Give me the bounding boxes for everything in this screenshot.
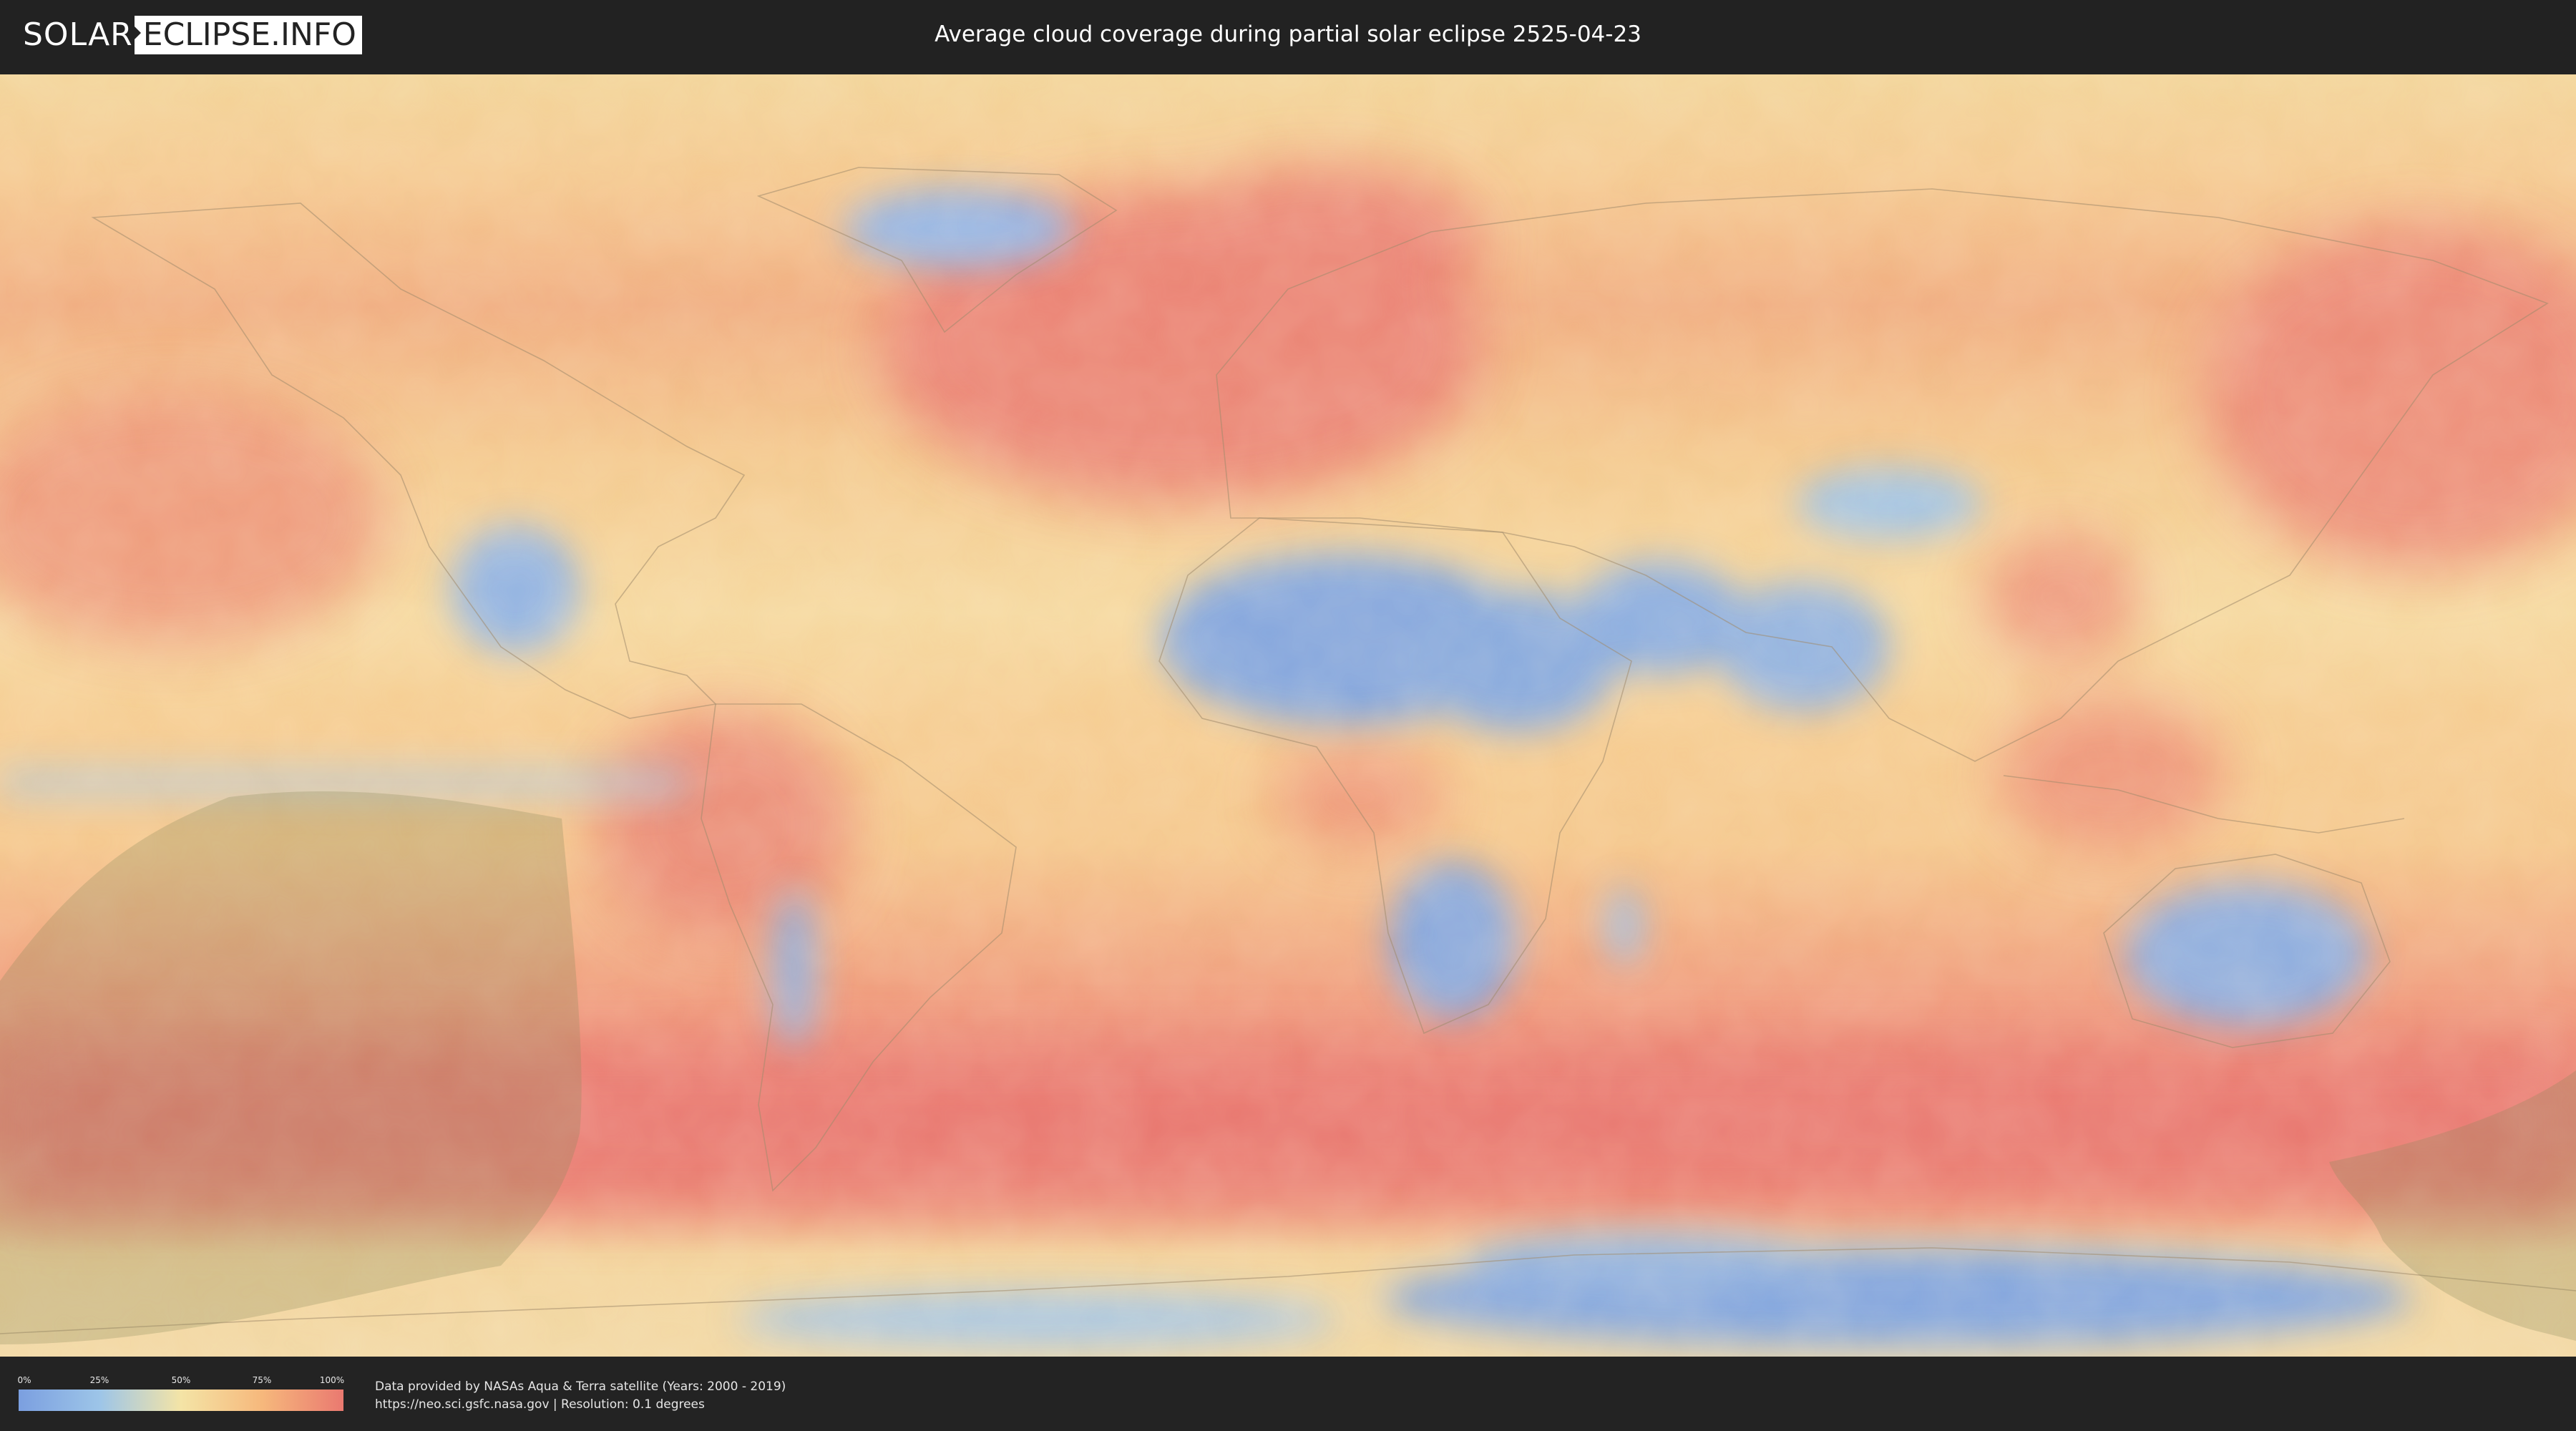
legend-color-bar bbox=[19, 1390, 343, 1411]
legend-tick-0: 0% bbox=[17, 1375, 31, 1385]
map-svg bbox=[0, 74, 2576, 1357]
legend-tick-25: 25% bbox=[89, 1375, 109, 1385]
header-bar: SOLAR ECLIPSE.INFO Average cloud coverag… bbox=[0, 0, 2576, 72]
credit-source: Data provided by NASAs Aqua & Terra sate… bbox=[375, 1379, 786, 1394]
cloud-coverage-map[interactable] bbox=[0, 74, 2576, 1357]
legend-tick-50: 50% bbox=[171, 1375, 191, 1385]
page-title: Average cloud coverage during partial so… bbox=[935, 21, 1641, 47]
cloud-coverage-legend: 0% 25% 50% 75% 100% bbox=[17, 1375, 345, 1411]
legend-tick-75: 75% bbox=[252, 1375, 272, 1385]
legend-ticks: 0% 25% 50% 75% 100% bbox=[17, 1375, 345, 1388]
data-credit: Data provided by NASAs Aqua & Terra sate… bbox=[375, 1378, 786, 1414]
credit-url: https://neo.sci.gsfc.nasa.gov | Resoluti… bbox=[375, 1397, 705, 1412]
legend-tick-100: 100% bbox=[319, 1375, 345, 1385]
